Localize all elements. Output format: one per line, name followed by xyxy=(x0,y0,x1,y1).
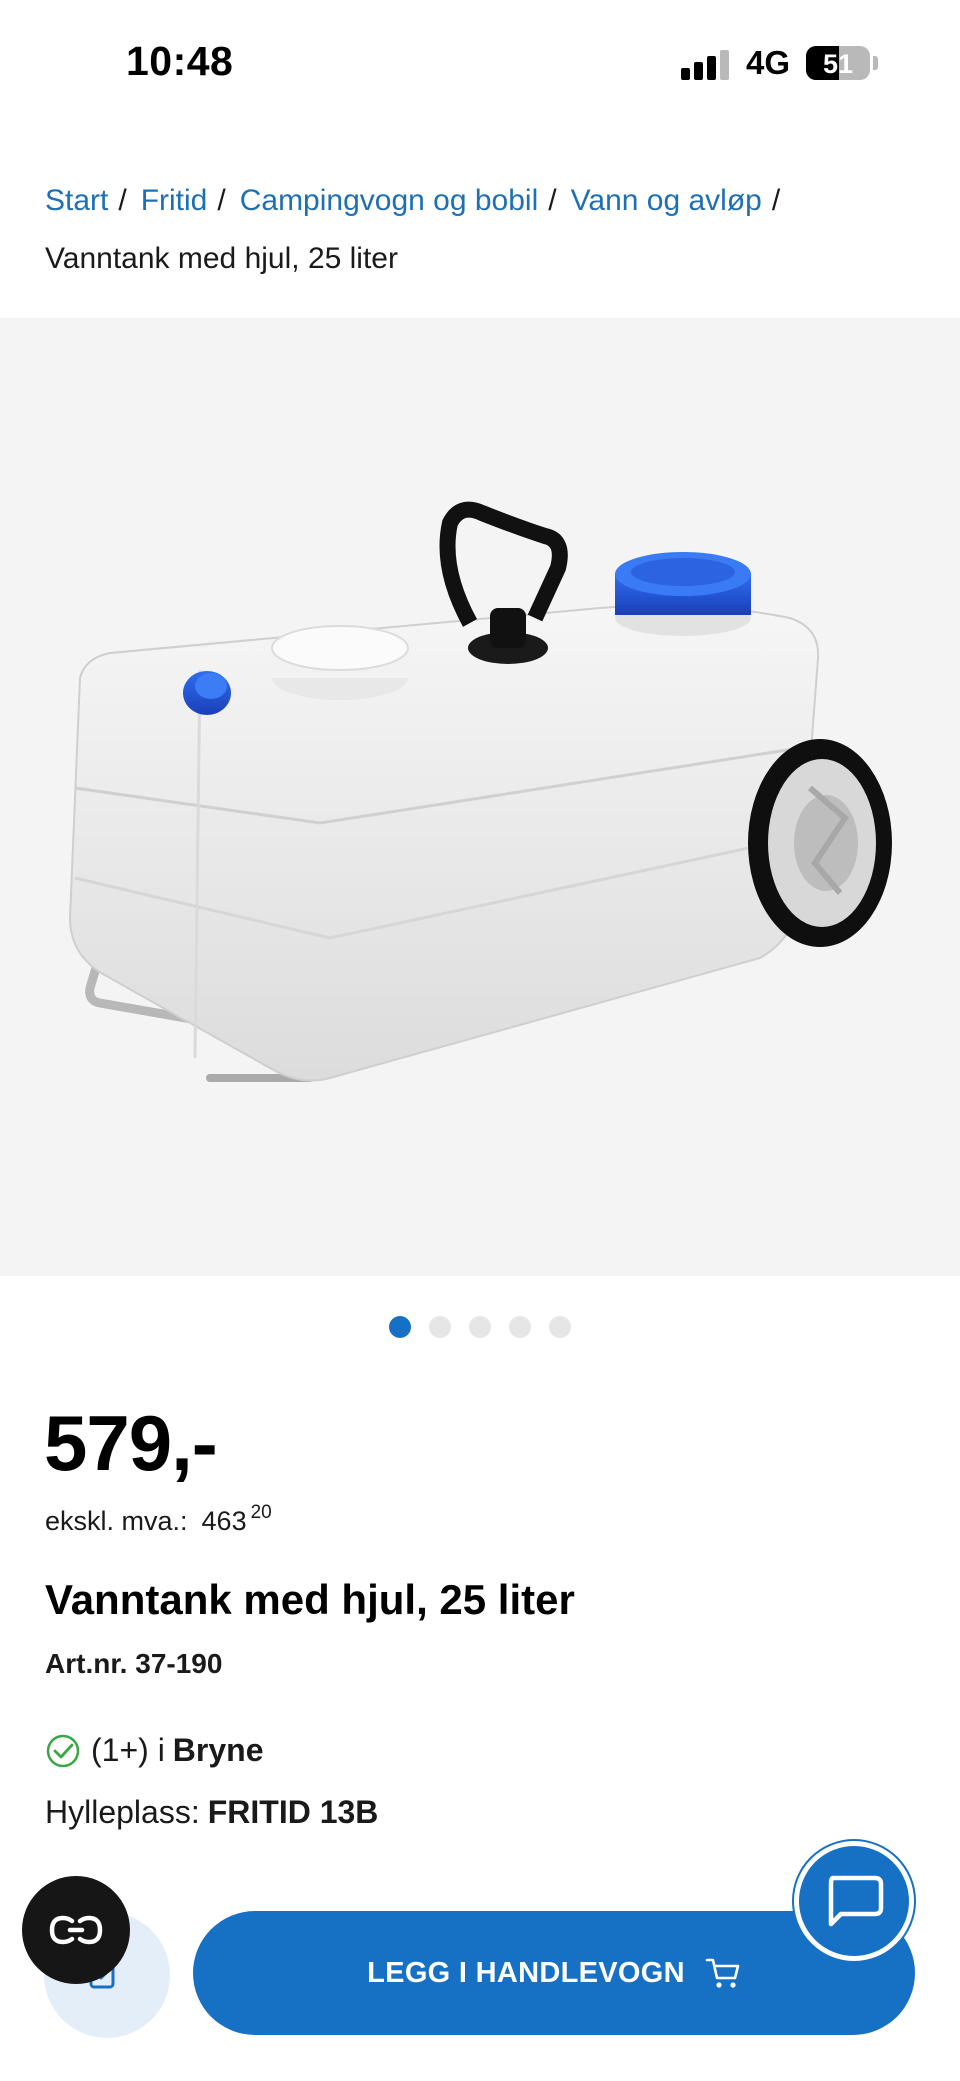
shelf-location: Hylleplass: FRITID 13B xyxy=(45,1794,378,1831)
breadcrumb-separator: / xyxy=(217,184,226,217)
article-number-value: 37-190 xyxy=(135,1648,223,1679)
carousel-dot[interactable] xyxy=(549,1316,571,1338)
breadcrumb-campingvogn[interactable]: Campingvogn og bobil xyxy=(240,184,539,217)
cart-icon xyxy=(705,1958,740,1988)
breadcrumb-separator: / xyxy=(548,184,557,217)
carousel-dots xyxy=(0,1316,960,1340)
ex-vat-cents: 20 xyxy=(250,1502,272,1523)
chat-button[interactable] xyxy=(794,1841,914,1961)
status-bar: 10:48 4G 51 xyxy=(0,0,960,130)
add-to-cart-label: LEGG I HANDLEVOGN xyxy=(367,1956,685,1989)
chat-icon xyxy=(828,1875,884,1927)
battery-percent: 51 xyxy=(822,49,854,79)
signal-icon xyxy=(681,50,731,80)
breadcrumb-start[interactable]: Start xyxy=(45,184,108,217)
carousel-dot[interactable] xyxy=(429,1316,451,1338)
carousel-dot[interactable] xyxy=(509,1316,531,1338)
carousel-dot[interactable] xyxy=(469,1316,491,1338)
network-label: 4G xyxy=(746,44,791,81)
shelf-value: FRITID 13B xyxy=(207,1794,379,1830)
article-number: Art.nr. 37-190 xyxy=(45,1648,222,1680)
article-number-label: Art.nr. xyxy=(45,1648,128,1679)
product-image xyxy=(68,501,892,1082)
breadcrumb-fritid[interactable]: Fritid xyxy=(141,184,208,217)
product-price: 579,- xyxy=(44,1399,218,1487)
ex-vat-price: ekskl. mva.: 463 20 xyxy=(45,1502,272,1537)
breadcrumb-separator: / xyxy=(771,184,781,217)
ex-vat-label: ekskl. mva.: xyxy=(45,1506,188,1536)
breadcrumb-separator: / xyxy=(118,184,127,217)
co-logo-button[interactable] xyxy=(22,1876,130,1984)
product-image-gallery[interactable] xyxy=(0,318,960,1276)
breadcrumb: Start / Fritid / Campingvogn og bobil / Vann o… xyxy=(45,172,915,288)
shelf-label: Hylleplass: xyxy=(45,1794,200,1830)
battery-tip xyxy=(873,56,878,70)
stock-store[interactable]: Bryne xyxy=(173,1732,264,1769)
breadcrumb-current: Vanntank med hjul, 25 liter xyxy=(45,242,398,275)
breadcrumb-vann[interactable]: Vann og avløp xyxy=(571,184,762,217)
battery-icon: 51 xyxy=(806,46,870,80)
carousel-dot[interactable] xyxy=(389,1316,411,1338)
stock-status: (1+) i Bryne xyxy=(45,1732,264,1769)
check-circle-icon xyxy=(46,1734,80,1767)
co-logo-icon xyxy=(49,1915,103,1945)
status-time: 10:48 xyxy=(126,38,234,84)
stock-count: (1+) i xyxy=(91,1732,165,1768)
product-title: Vanntank med hjul, 25 liter xyxy=(45,1576,575,1623)
ex-vat-amount: 463 xyxy=(201,1506,247,1536)
